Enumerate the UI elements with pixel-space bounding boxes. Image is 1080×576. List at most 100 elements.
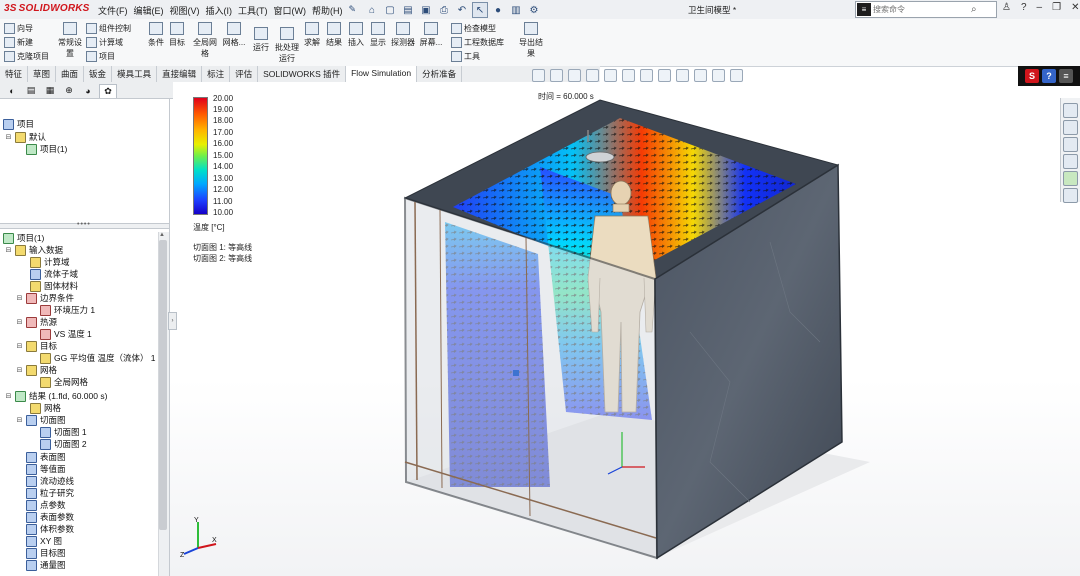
- global-mesh-button[interactable]: 全局网格: [193, 22, 217, 59]
- tree-item-cut-plots[interactable]: ⊟ 切面图: [16, 414, 66, 426]
- menu-view[interactable]: 视图(V): [170, 4, 200, 17]
- help-tray-icon[interactable]: ?: [1042, 69, 1056, 83]
- custom-properties-icon[interactable]: [1063, 188, 1078, 203]
- component-control-button[interactable]: 组件控制: [86, 23, 131, 34]
- tray-menu-icon[interactable]: ≡: [1059, 69, 1073, 83]
- tab-features[interactable]: 特征: [0, 66, 29, 82]
- dynamic-annotation-icon[interactable]: [604, 69, 617, 82]
- close-icon[interactable]: ✕: [1071, 2, 1079, 13]
- tab-markup[interactable]: 标注: [202, 66, 231, 82]
- file-explorer-icon[interactable]: [1063, 137, 1078, 152]
- computational-domain-button[interactable]: 计算域: [86, 37, 123, 48]
- sogou-icon[interactable]: S: [1025, 69, 1039, 83]
- clone-project-button[interactable]: 克隆项目: [4, 51, 49, 62]
- zoom-to-fit-icon[interactable]: [532, 69, 545, 82]
- flow-simulation-tab-icon[interactable]: ✿: [99, 84, 117, 98]
- display-manager-tab-icon[interactable]: ◕: [80, 84, 96, 97]
- tab-sketch[interactable]: 草图: [28, 66, 57, 82]
- tree-item-point-params[interactable]: 点参数: [26, 499, 66, 511]
- tree-item-volume-params[interactable]: 体积参数: [26, 523, 74, 535]
- feature-manager-tab-icon[interactable]: ◐: [4, 84, 20, 97]
- menu-edit[interactable]: 编辑(E): [134, 4, 164, 17]
- tab-analysis-prep[interactable]: 分析准备: [417, 66, 463, 82]
- tree-item-cut-plot-2[interactable]: 切面图 2: [40, 438, 87, 450]
- export-results-button[interactable]: 导出结果: [518, 22, 544, 59]
- undo-icon[interactable]: ↶: [454, 2, 470, 18]
- zoom-area-icon[interactable]: [550, 69, 563, 82]
- menu-help[interactable]: 帮助(H): [312, 4, 343, 17]
- conditions-button[interactable]: 条件: [147, 22, 165, 48]
- splitter-handle-icon[interactable]: ••••: [77, 221, 91, 228]
- check-model-button[interactable]: 检查模型: [451, 23, 496, 34]
- configuration-manager-tab-icon[interactable]: ▦: [42, 84, 58, 97]
- tree-item-flow-trajectories[interactable]: 流动迹线: [26, 475, 74, 487]
- screen-button[interactable]: 屏幕...: [419, 22, 443, 48]
- help-icon[interactable]: ?: [1021, 2, 1027, 13]
- display-style-icon[interactable]: [640, 69, 653, 82]
- tab-flow-simulation[interactable]: Flow Simulation: [346, 66, 418, 82]
- scroll-up-icon[interactable]: ▲: [159, 232, 165, 238]
- tree-item-project[interactable]: 项目(1): [26, 143, 67, 155]
- mesh-button[interactable]: 网格...: [222, 22, 246, 48]
- edit-appearance-icon[interactable]: [676, 69, 689, 82]
- tab-solidworks-addins[interactable]: SOLIDWORKS 插件: [258, 66, 347, 82]
- menu-insert[interactable]: 插入(I): [206, 4, 233, 17]
- tree-item-results[interactable]: ⊟ 结果 (1.fld, 60.000 s): [5, 390, 107, 402]
- property-manager-tab-icon[interactable]: ▤: [23, 84, 39, 97]
- minimize-icon[interactable]: –: [1037, 2, 1043, 13]
- print-icon[interactable]: ⎙: [436, 2, 452, 18]
- run-button[interactable]: 运行: [252, 27, 270, 53]
- insert-button[interactable]: 插入: [347, 22, 365, 48]
- solidworks-logo[interactable]: 3S SOLIDWORKS: [4, 3, 90, 14]
- probe-button[interactable]: 探测器: [391, 22, 415, 48]
- search-input[interactable]: [873, 5, 971, 14]
- monitor-icon[interactable]: [730, 69, 743, 82]
- tree-scrollbar-thumb[interactable]: [159, 240, 167, 530]
- view-settings-icon[interactable]: [712, 69, 725, 82]
- tree-item-analysis-project[interactable]: 项目(1): [3, 232, 44, 244]
- apply-scene-icon[interactable]: [694, 69, 707, 82]
- previous-view-icon[interactable]: [568, 69, 581, 82]
- tab-mold-tools[interactable]: 模具工具: [112, 66, 158, 82]
- tree-item-mesh[interactable]: ⊟ 网格: [16, 364, 57, 376]
- design-library-icon[interactable]: [1063, 120, 1078, 135]
- tree-item-root[interactable]: 项目: [3, 118, 34, 130]
- tree-item-surface-params[interactable]: 表面参数: [26, 511, 74, 523]
- select-icon[interactable]: ↖: [472, 2, 488, 18]
- tree-item-particle-study[interactable]: 粒子研究: [26, 487, 74, 499]
- section-view-icon[interactable]: [586, 69, 599, 82]
- menu-window[interactable]: 窗口(W): [274, 4, 307, 17]
- bathroom-model-viewport[interactable]: [170, 82, 1060, 576]
- tree-item-gg-goal[interactable]: GG 平均值 温度（流体） 1: [40, 352, 156, 364]
- solidworks-resources-icon[interactable]: [1063, 103, 1078, 118]
- search-commands[interactable]: ≡ ⌕: [855, 1, 997, 18]
- general-settings-button[interactable]: 常规设置: [57, 22, 83, 59]
- tree-item-isosurfaces[interactable]: 等值面: [26, 463, 66, 475]
- tools-button[interactable]: 工具: [451, 51, 480, 62]
- tab-direct-editing[interactable]: 直接编辑: [157, 66, 203, 82]
- tree-item-env-pressure[interactable]: 环境压力 1: [40, 304, 95, 316]
- batch-run-button[interactable]: 批处理运行: [274, 27, 300, 64]
- open-icon[interactable]: ▤: [400, 2, 416, 18]
- pin-icon[interactable]: ✎: [349, 4, 357, 17]
- tree-item-report[interactable]: 通量图: [26, 559, 66, 571]
- hide-show-icon[interactable]: [658, 69, 671, 82]
- tree-item-heat-source[interactable]: ⊟ 热源: [16, 316, 57, 328]
- menu-file[interactable]: 文件(F): [98, 4, 128, 17]
- tree-item-cut-plot-1[interactable]: 切面图 1: [40, 426, 87, 438]
- tree-item-solid-material[interactable]: 固体材料: [30, 280, 78, 292]
- options-icon[interactable]: ⚙: [526, 2, 542, 18]
- tree-item-default[interactable]: ⊟ 默认: [5, 131, 46, 143]
- tab-evaluate[interactable]: 评估: [230, 66, 259, 82]
- collapse-pane-icon[interactable]: ›: [168, 312, 177, 330]
- tree-item-input-data[interactable]: ⊟ 输入数据: [5, 244, 63, 256]
- tree-item-surface-plots[interactable]: 表面图: [26, 451, 66, 463]
- tab-surfaces[interactable]: 曲面: [56, 66, 85, 82]
- tree-item-boundary-conditions[interactable]: ⊟ 边界条件: [16, 292, 74, 304]
- tree-item-vs-temp[interactable]: VS 温度 1: [40, 328, 92, 340]
- wizard-button[interactable]: 向导: [4, 23, 33, 34]
- tree-item-results-mesh[interactable]: 网格: [30, 402, 61, 414]
- tree-item-global-mesh[interactable]: 全局网格: [40, 376, 88, 388]
- tree-item-goals[interactable]: ⊟ 目标: [16, 340, 57, 352]
- tree-item-fluid-subdomain[interactable]: 流体子域: [30, 268, 78, 280]
